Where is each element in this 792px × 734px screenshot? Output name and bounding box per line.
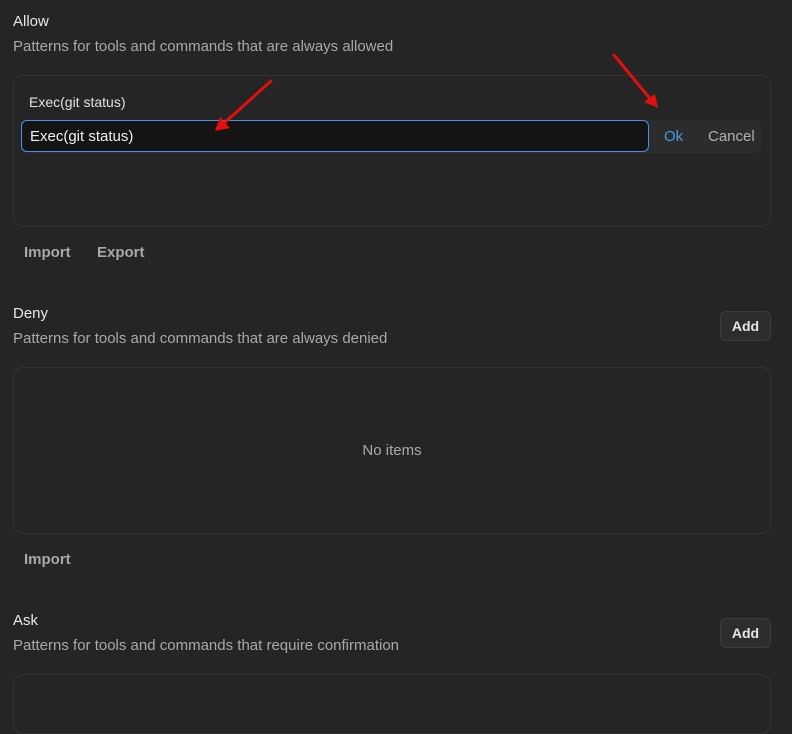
deny-empty-state: No items [362,442,422,459]
deny-import-button[interactable]: Import [24,551,71,568]
cancel-button[interactable]: Cancel [708,128,755,145]
deny-list-panel: No items [13,367,771,534]
ask-section-description: Patterns for tools and commands that req… [13,637,400,654]
allow-section-title: Allow [13,13,49,30]
allow-pattern-input[interactable] [21,120,649,152]
allow-section-description: Patterns for tools and commands that are… [13,38,394,55]
ask-section-title: Ask [13,612,39,629]
deny-add-button[interactable]: Add [720,311,771,341]
ok-button[interactable]: Ok [664,128,683,145]
deny-section-title: Deny [13,305,49,322]
ask-add-button[interactable]: Add [720,618,771,648]
allow-export-button[interactable]: Export [97,244,145,261]
allow-edit-row: Ok Cancel [21,120,761,153]
allow-item-label: Exec(git status) [29,94,126,110]
ask-list-panel [13,674,771,734]
allow-import-button[interactable]: Import [24,244,71,261]
deny-section-description: Patterns for tools and commands that are… [13,330,388,347]
